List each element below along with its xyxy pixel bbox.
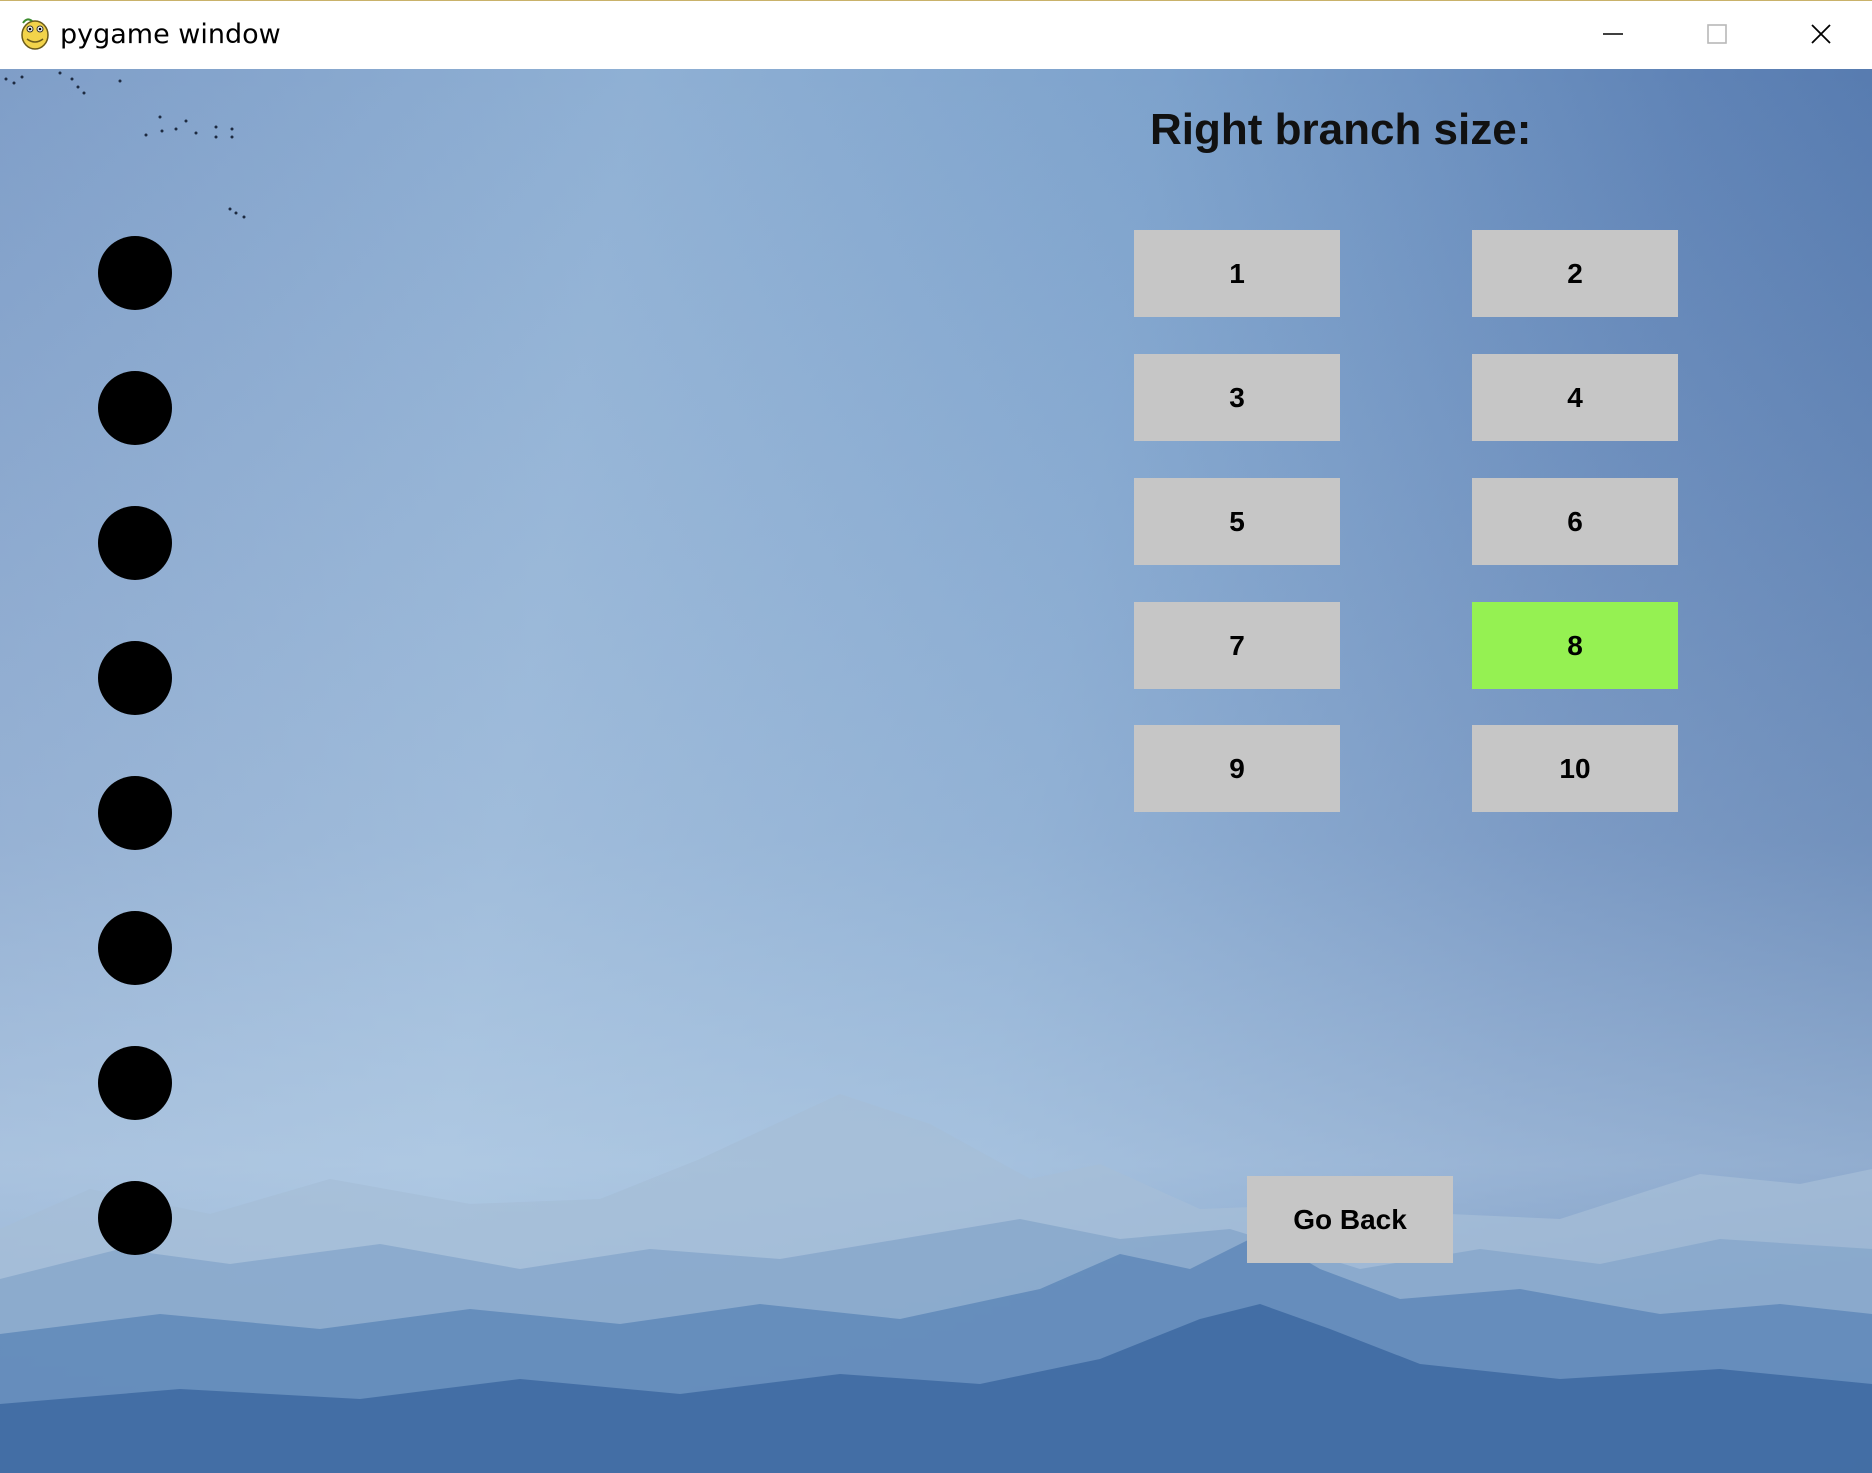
- close-icon: [1811, 24, 1831, 44]
- size-option-9-button[interactable]: 9: [1134, 725, 1340, 812]
- title-bar[interactable]: pygame window: [0, 1, 1872, 69]
- minimize-button[interactable]: [1561, 1, 1665, 67]
- size-option-5-button[interactable]: 5: [1134, 478, 1340, 565]
- size-option-10-button[interactable]: 10: [1472, 725, 1678, 812]
- branch-node-dot-7: [98, 1046, 172, 1120]
- size-option-8-button-selected[interactable]: 8: [1472, 602, 1678, 689]
- size-option-1-button[interactable]: 1: [1134, 230, 1340, 317]
- maximize-icon: [1707, 24, 1727, 44]
- close-button[interactable]: [1769, 1, 1872, 67]
- size-option-4-button[interactable]: 4: [1472, 354, 1678, 441]
- branch-node-dot-3: [98, 506, 172, 580]
- branch-node-dot-4: [98, 641, 172, 715]
- page-title: Right branch size:: [1150, 105, 1532, 154]
- window-title: pygame window: [60, 19, 281, 50]
- size-option-6-button[interactable]: 6: [1472, 478, 1678, 565]
- size-option-2-button[interactable]: 2: [1472, 230, 1678, 317]
- branch-node-dot-8: [98, 1181, 172, 1255]
- branch-node-dot-2: [98, 371, 172, 445]
- go-back-button[interactable]: Go Back: [1247, 1176, 1453, 1263]
- size-option-3-button[interactable]: 3: [1134, 354, 1340, 441]
- branch-node-dot-1: [98, 236, 172, 310]
- branch-node-dot-6: [98, 911, 172, 985]
- pygame-window: pygame window Right branch size: 1 2 3 4…: [0, 0, 1872, 1473]
- branch-node-dot-5: [98, 776, 172, 850]
- maximize-button[interactable]: [1665, 1, 1769, 67]
- minimize-icon: [1603, 33, 1623, 35]
- game-canvas[interactable]: Right branch size: 1 2 3 4 5 6 7 8 9 10 …: [0, 69, 1872, 1473]
- pygame-snake-icon: [21, 18, 49, 50]
- size-option-7-button[interactable]: 7: [1134, 602, 1340, 689]
